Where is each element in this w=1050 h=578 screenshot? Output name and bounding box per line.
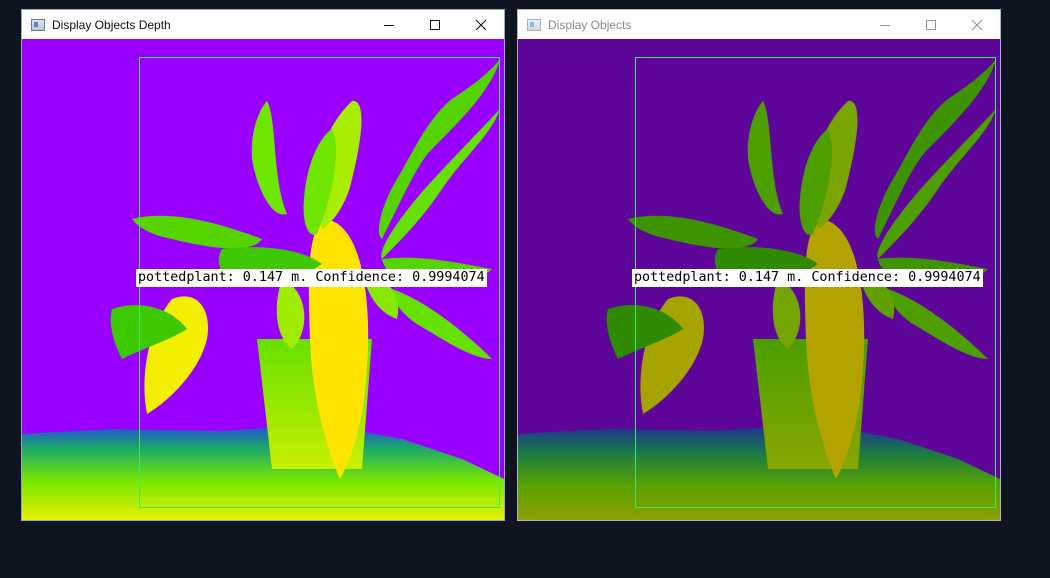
detection-label: pottedplant: 0.147 m. Confidence: 0.9994… [632, 269, 983, 287]
close-button[interactable] [458, 10, 504, 39]
close-button[interactable] [954, 10, 1000, 39]
maximize-icon [926, 19, 936, 30]
window-controls [366, 10, 504, 39]
minimize-icon [880, 24, 890, 26]
maximize-icon [430, 19, 440, 30]
minimize-icon [384, 24, 394, 26]
window-title: Display Objects [548, 17, 632, 32]
app-window-icon [31, 18, 45, 31]
maximize-button[interactable] [908, 10, 954, 39]
objects-window[interactable]: Display Objects pottedplant: 0.147 m. Co… [517, 9, 1001, 521]
window-title: Display Objects Depth [52, 17, 171, 32]
app-window-icon [527, 18, 541, 31]
depth-window[interactable]: Display Objects Depth pottedplant: 0.147… [21, 9, 505, 521]
objects-image-view: pottedplant: 0.147 m. Confidence: 0.9994… [518, 39, 1000, 520]
title-bar[interactable]: Display Objects [518, 10, 1000, 39]
detection-label: pottedplant: 0.147 m. Confidence: 0.9994… [136, 269, 487, 287]
maximize-button[interactable] [412, 10, 458, 39]
minimize-button[interactable] [366, 10, 412, 39]
depth-image-view: pottedplant: 0.147 m. Confidence: 0.9994… [22, 39, 504, 520]
window-controls [862, 10, 1000, 39]
close-icon [475, 19, 487, 30]
minimize-button[interactable] [862, 10, 908, 39]
close-icon [971, 19, 983, 30]
title-bar[interactable]: Display Objects Depth [22, 10, 504, 39]
